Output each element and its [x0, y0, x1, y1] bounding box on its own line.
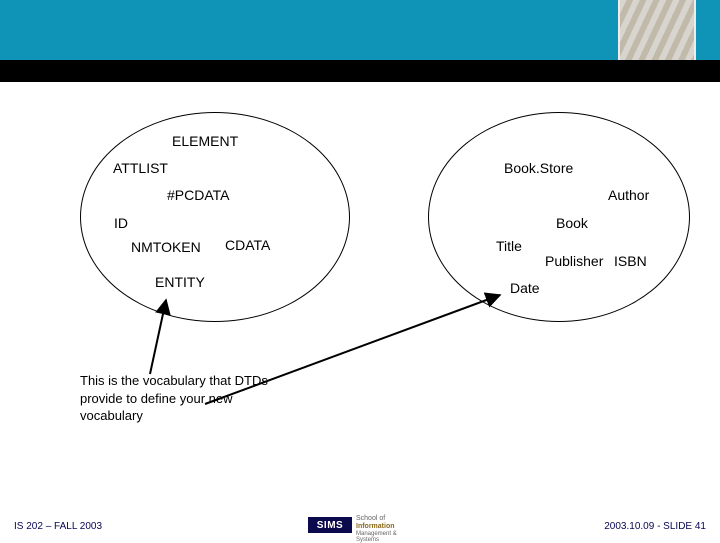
sims-line1: School of: [356, 515, 385, 522]
caption-text: This is the vocabulary that DTDs provide…: [80, 372, 290, 425]
footer-slide-number: 2003.10.09 - SLIDE 41: [604, 521, 706, 532]
sims-logo-box: SIMS: [308, 517, 352, 533]
footer: IS 202 – FALL 2003 SIMS School of Inform…: [0, 512, 720, 540]
sims-line2: Information: [356, 523, 395, 530]
footer-course: IS 202 – FALL 2003: [14, 521, 102, 532]
sims-line3: Management & Systems: [356, 531, 418, 543]
arrows: [0, 0, 720, 540]
sims-logo: SIMS School of Information Management & …: [308, 514, 418, 536]
